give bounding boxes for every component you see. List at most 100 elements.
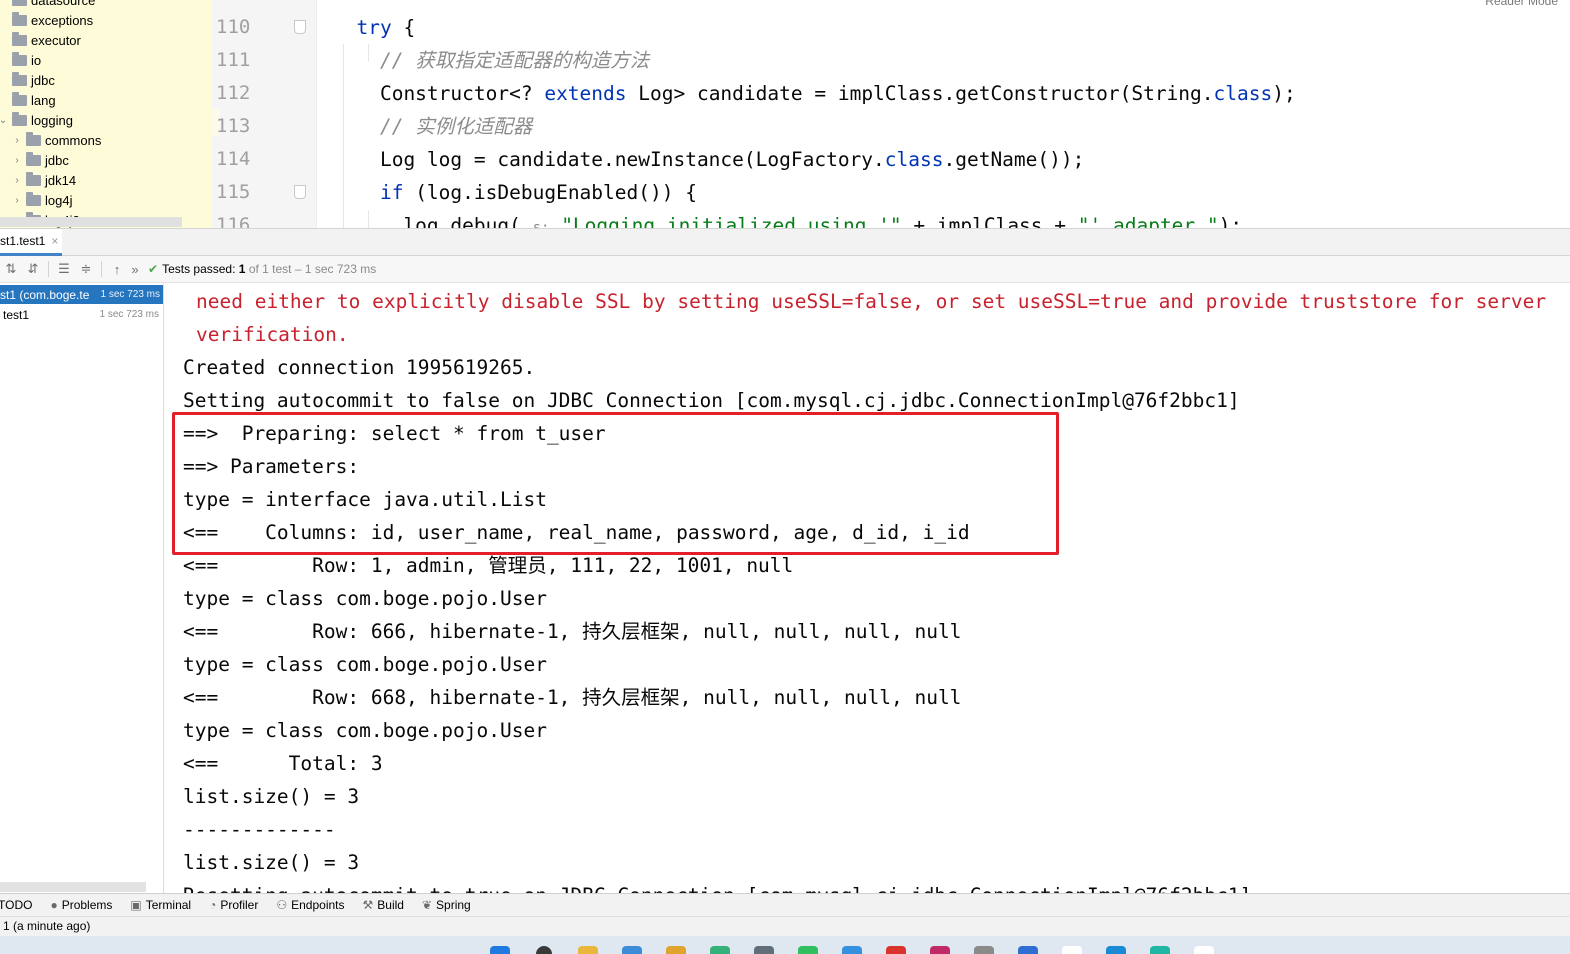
sort-alphabetically-icon[interactable]: ⇅ [0, 261, 22, 277]
console-line: type = class com.boge.pojo.User [183, 653, 547, 676]
tree-item-label: lang [31, 92, 56, 108]
run-tab-test1[interactable]: st1.test1 × [0, 229, 63, 256]
taskbar-app-icon[interactable] [1018, 946, 1038, 954]
toolbar-separator [48, 261, 49, 277]
close-icon[interactable]: × [51, 234, 58, 248]
test-results-tree: st1 (com.boge.te 1 sec 723 ms test1 1 se… [0, 283, 164, 893]
code-token: .getName()); [943, 148, 1085, 171]
test-suite-row[interactable]: st1 (com.boge.te 1 sec 723 ms [0, 285, 163, 304]
intellij-icon[interactable] [930, 946, 950, 954]
taskbar-app-icon[interactable] [622, 946, 642, 954]
taskbar-app-icon[interactable] [666, 946, 686, 954]
code-line[interactable]: Constructor<? extends Log> candidate = i… [333, 77, 1296, 110]
code-line[interactable]: Log log = candidate.newInstance(LogFacto… [333, 143, 1084, 176]
test-case-row[interactable]: test1 1 sec 723 ms [0, 305, 163, 324]
tree-item-label: executor [31, 32, 81, 48]
folder-icon [26, 131, 41, 146]
code-token: "' adapter." [1077, 214, 1219, 228]
tool-window-endpoints[interactable]: ⚇ Endpoints [276, 898, 344, 912]
tree-item[interactable]: jdbc [0, 70, 55, 90]
fold-marker-icon[interactable] [294, 20, 306, 34]
more-actions-icon[interactable]: » [128, 262, 142, 277]
sort-by-duration-icon[interactable]: ⇵ [22, 261, 44, 277]
horizontal-scrollbar[interactable] [0, 882, 146, 892]
start-icon[interactable] [490, 946, 510, 954]
code-line[interactable]: try { [333, 11, 415, 44]
file-explorer-icon[interactable] [578, 946, 598, 954]
line-number: 116 [216, 214, 251, 228]
tool-window-terminal[interactable]: ▣ Terminal [130, 898, 191, 912]
tool-window-problems[interactable]: ● Problems [50, 898, 112, 912]
taskbar-app-icon[interactable] [886, 946, 906, 954]
tree-item-label: jdk14 [45, 172, 77, 188]
horizontal-scrollbar[interactable] [0, 217, 182, 227]
tool-window-label: Problems [61, 898, 113, 912]
chevron-right-icon[interactable]: › [12, 175, 22, 186]
tree-item-label: exceptions [31, 12, 94, 28]
tree-item[interactable]: › jdk14 [12, 170, 76, 190]
line-number: 111 [216, 49, 251, 71]
fold-marker-icon[interactable] [294, 185, 306, 199]
code-token: "Logging initialized using '" [549, 214, 902, 228]
expand-all-icon[interactable]: ☰ [53, 261, 75, 277]
code-token: class [884, 148, 944, 171]
folder-icon [12, 71, 27, 86]
console-line: Resetting autocommit to true on JDBC Con… [183, 879, 1251, 893]
tool-window-todo[interactable]: TODO [0, 898, 32, 912]
build-icon: ⚒ [362, 898, 374, 912]
console-output[interactable]: need either to explicitly disable SSL by… [165, 283, 1570, 893]
tool-window-profiler[interactable]: ◔ Profiler [209, 898, 258, 912]
chevron-down-icon[interactable]: ⌄ [0, 115, 8, 126]
taskbar-app-icon[interactable] [1194, 946, 1214, 954]
folder-icon [12, 111, 27, 126]
taskbar-app-icon[interactable] [798, 946, 818, 954]
tree-item[interactable]: executor [0, 30, 81, 50]
previous-failed-test-icon[interactable]: ↑ [106, 262, 128, 277]
taskbar-app-icon[interactable] [1062, 946, 1082, 954]
collapse-all-icon[interactable]: ≑ [75, 261, 97, 277]
taskbar-app-icon[interactable] [710, 946, 730, 954]
console-line: verification. [196, 323, 349, 346]
tree-item[interactable]: lang [0, 90, 56, 110]
code-line[interactable]: // 获取指定适配器的构造方法 [333, 44, 649, 77]
taskbar-app-icon[interactable] [842, 946, 862, 954]
code-token: Log log = candidate.newInstance(LogFacto… [333, 148, 885, 171]
code-line[interactable]: if (log.isDebugEnabled()) { [333, 176, 697, 209]
tree-item[interactable]: › commons [12, 130, 101, 150]
line-number: 110 [216, 16, 251, 38]
tree-item-label: io [31, 52, 42, 68]
tree-item[interactable]: exceptions [0, 10, 93, 30]
taskbar-app-icon[interactable] [1106, 946, 1126, 954]
tool-window-spring[interactable]: ❦ Spring [422, 898, 471, 912]
console-line: <== Row: 668, hibernate-1, 持久层框架, null, … [183, 686, 962, 709]
tree-item[interactable]: io [0, 50, 41, 70]
tests-status-prefix: Tests passed: [162, 262, 236, 276]
code-token: { [391, 16, 416, 39]
tool-window-label: Endpoints [291, 898, 345, 912]
code-token: Log> candidate = implClass.getConstructo… [626, 82, 1214, 105]
taskbar-app-icon[interactable] [1150, 946, 1170, 954]
tool-window-build[interactable]: ⚒ Build [363, 898, 404, 912]
chevron-right-icon[interactable]: › [12, 155, 22, 166]
search-icon[interactable] [536, 946, 552, 954]
tree-item[interactable]: › jdbc [12, 150, 69, 170]
problems-icon: ● [50, 898, 58, 912]
chevron-right-icon[interactable]: › [12, 195, 22, 206]
tree-item[interactable]: datasource [0, 0, 95, 10]
tree-item-label: logging [31, 112, 73, 128]
test-runner-toolbar: ⇅ ⇵ ☰ ≑ ↑ » ✔ Tests passed: 1 of 1 test … [0, 256, 1570, 283]
reader-mode-toggle[interactable]: Reader Mode [1485, 0, 1558, 8]
console-line: list.size() = 3 [183, 851, 360, 874]
folder-icon [12, 91, 27, 106]
taskbar-app-icon[interactable] [974, 946, 994, 954]
tree-item[interactable]: ⌄ logging [0, 110, 73, 130]
highlight-annotation-box [172, 412, 1059, 555]
tree-item[interactable]: › log4j [12, 190, 72, 210]
code-editor[interactable]: 110 111 112 113 114 115 116 Reader Mode try { … [212, 0, 1570, 228]
chevron-right-icon[interactable]: › [12, 135, 22, 146]
test-case-label: test1 [3, 307, 30, 322]
code-line[interactable]: log.debug( s: "Logging initialized using… [333, 209, 1242, 228]
line-number: 113 [216, 115, 251, 137]
code-line[interactable]: // 实例化适配器 [333, 110, 532, 143]
taskbar-app-icon[interactable] [754, 946, 774, 954]
